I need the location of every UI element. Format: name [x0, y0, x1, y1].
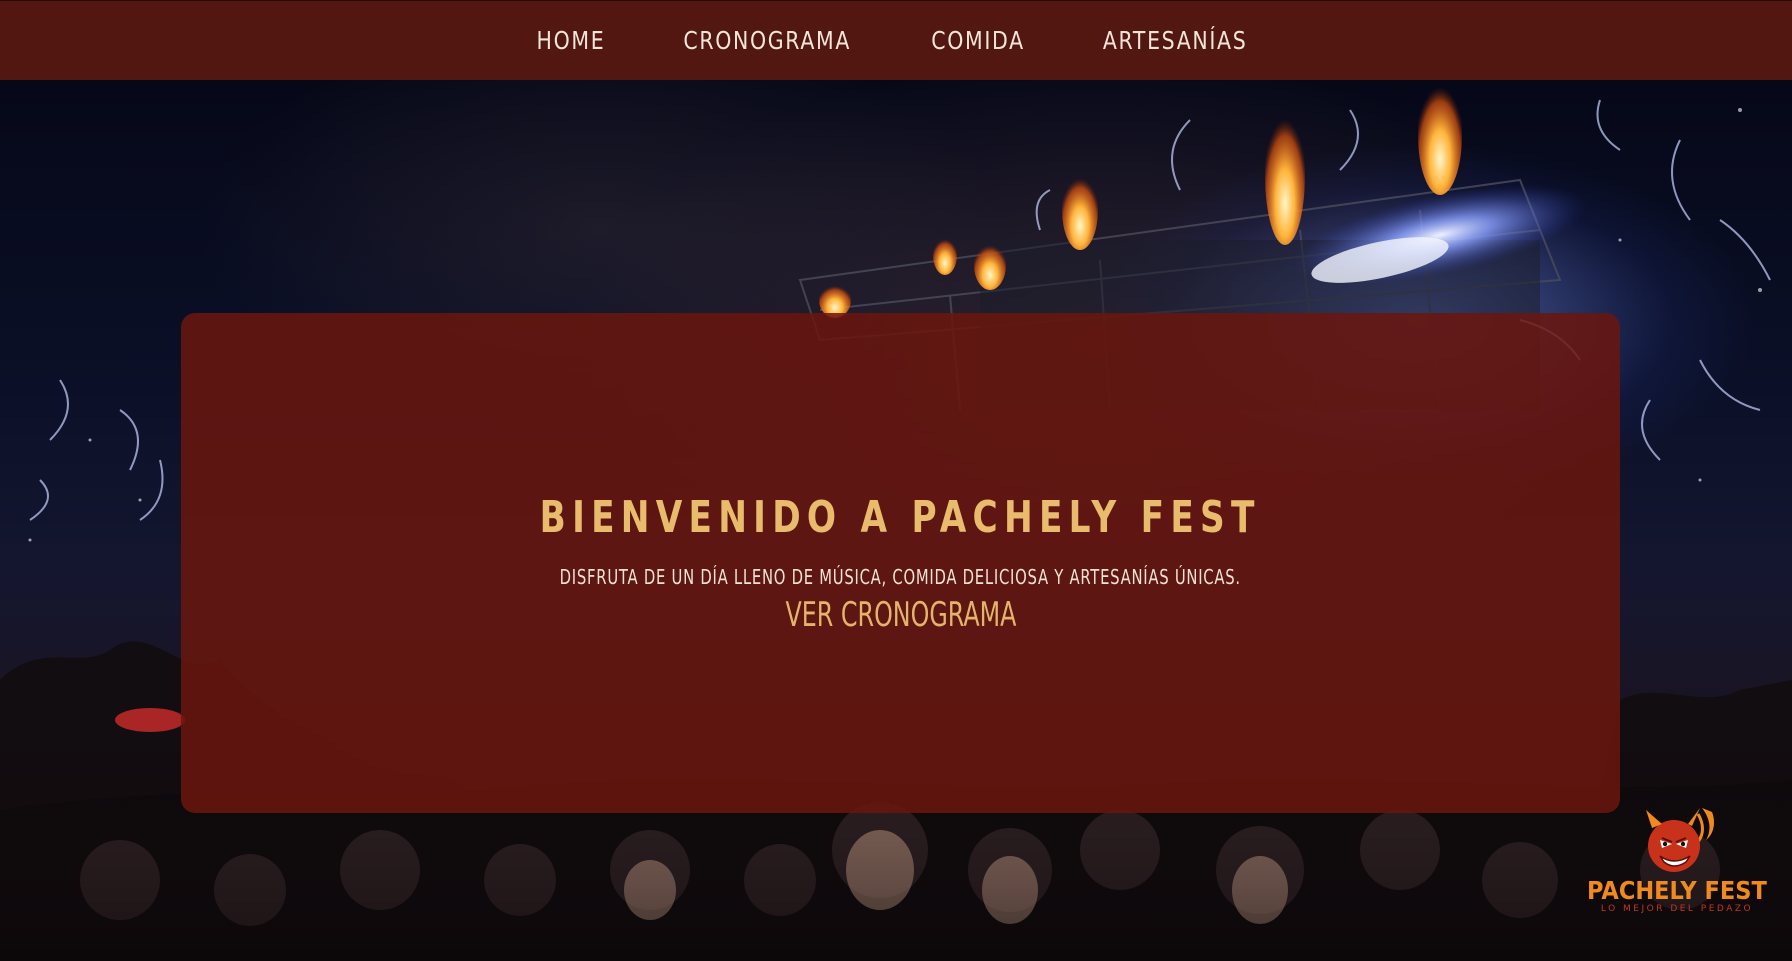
pachely-fest-logo[interactable]: PACHELY FEST LO MEJOR DEL PEDAZO [1584, 800, 1770, 935]
welcome-subtitle: DISFRUTA DE UN DÍA LLENO DE MÚSICA, COMI… [559, 564, 1242, 589]
logo-tagline: LO MEJOR DEL PEDAZO [1600, 904, 1754, 914]
nav-link-cronograma[interactable]: CRONOGRAMA [683, 26, 851, 55]
main-navbar: HOME CRONOGRAMA COMIDA ARTESANÍAS [0, 0, 1792, 80]
nav-link-home[interactable]: HOME [536, 26, 605, 55]
welcome-card: BIENVENIDO A PACHELY FEST DISFRUTA DE UN… [181, 313, 1620, 813]
welcome-title: BIENVENIDO A PACHELY FEST [540, 491, 1261, 543]
ver-cronograma-link[interactable]: VER CRONOGRAMA [785, 595, 1016, 635]
logo-name: PACHELY FEST [1587, 876, 1767, 905]
nav-link-comida[interactable]: COMIDA [931, 26, 1024, 55]
nav-link-artesanias[interactable]: ARTESANÍAS [1103, 26, 1247, 55]
devil-mascot-icon [1646, 808, 1714, 872]
